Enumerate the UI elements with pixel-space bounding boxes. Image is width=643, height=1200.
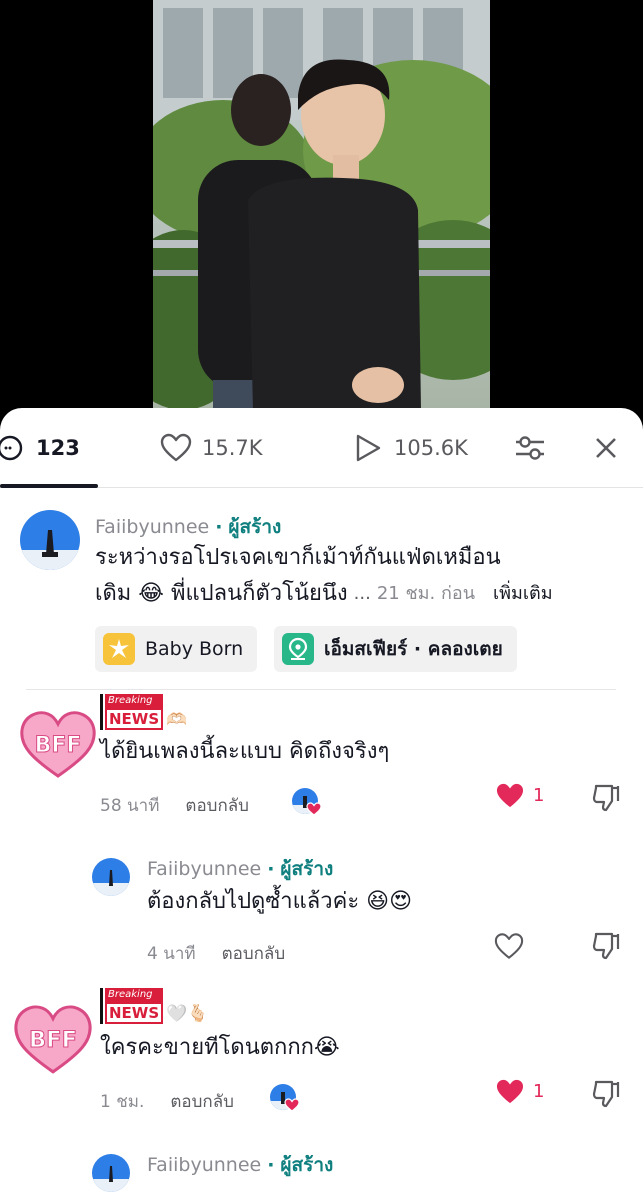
dislike-icon[interactable] [590,1078,622,1110]
active-tab-indicator [0,484,98,488]
commenter-avatar[interactable]: BFF [18,708,98,784]
creator-label: ผู้สร้าง [280,1154,334,1176]
comments-tab[interactable]: 123 [0,430,80,466]
reply-time: 4 นาที [147,944,196,964]
chip-location[interactable]: เอ็มสเฟียร์ · คลองเตย [274,626,517,672]
avatar-bff-text: BFF [35,733,82,758]
heart-outline-icon[interactable] [494,932,524,960]
separator-dot: · [267,858,275,880]
comment-text: ใครคะขายทีโดนตกกก😭 [100,1035,340,1060]
close-button[interactable] [588,430,624,466]
video-still-image [153,0,490,410]
news-badge-top: Breaking [105,988,164,1002]
heart-filled-icon [496,1079,524,1104]
reply-author-name[interactable]: Faiibyunnee [147,1154,261,1176]
creator-label: ผู้สร้าง [280,858,334,880]
video-frame[interactable] [153,0,490,410]
news-badge-main: NEWS [105,1002,164,1024]
sparkle-burst-icon [103,633,135,665]
reply-creator-avatar[interactable] [92,1154,130,1192]
creator-avatar[interactable] [20,510,80,570]
reply-button[interactable]: ตอบกลับ [222,940,286,967]
news-badge-box: Breaking NEWS [100,988,164,1024]
comments-count: 123 [36,436,80,460]
reply-author-row: Faiibyunnee · ผู้สร้าง [147,1150,333,1180]
separator-dot: · [215,516,223,538]
separator-dot: · [267,1154,275,1176]
news-badge-top: Breaking [105,694,164,708]
badge-emoji: 🤍🫰🏻 [166,1004,209,1024]
caption-line-2-text: เดิม 😂 พี่แปลนก็ตัวโน้ยนึง [95,581,348,606]
news-badge-main: NEWS [105,708,164,730]
badge-emoji: 🫶🏻 [166,710,188,730]
news-badge: Breaking NEWS 🤍🫰🏻 [100,988,209,1024]
creator-heart-icon [306,802,322,816]
see-more-button[interactable]: เพิ่มเติม [493,576,553,612]
comment-meta: 58 นาที ตอบกลับ [100,792,249,819]
avatar-bff-text: BFF [29,1027,77,1053]
chip-label: เอ็มสเฟียร์ · คลองเตย [324,638,503,660]
caption-line-2: เดิม 😂 พี่แปลนก็ตัวโน้ยนึง ... 21 ชม. ก่… [95,576,615,612]
comments-sheet: 123 15.7K 105.6K Faiibyunnee · ผู้สร้าง … [0,408,643,1200]
creator-label: ผู้สร้าง [228,516,282,538]
dislike-icon[interactable] [590,782,622,814]
views-tab[interactable]: 105.6K [352,430,468,466]
views-count: 105.6K [394,436,468,460]
reply-author-row: Faiibyunnee · ผู้สร้าง [147,854,333,884]
comment-time: 1 ชม. [100,1092,145,1112]
dislike-icon[interactable] [590,930,622,962]
caption-line-1: ระหว่างรอโปรเจคเขาก็เม้าท์กันแฟ่ดเหมือน [95,545,501,570]
like-count: 1 [533,785,545,806]
play-outline-icon [352,432,384,464]
video-player[interactable] [0,0,643,430]
like-button[interactable]: 1 [495,782,544,809]
filter-button[interactable] [512,430,548,466]
comment-meta: 1 ชม. ตอบกลับ [100,1088,234,1115]
caption-time: 21 ชม. ก่อน [376,583,475,604]
like-button[interactable]: 1 [495,1078,544,1105]
close-icon [596,438,616,458]
comment-time: 58 นาที [100,796,160,816]
reply-author-name[interactable]: Faiibyunnee [147,858,261,880]
divider [26,689,616,690]
comment-text: ได้ยินเพลงนี้ละแบบ คิดถึงจริงๆ [100,739,390,764]
commenter-avatar[interactable]: BFF [12,1002,94,1080]
reply-button[interactable]: ตอบกลับ [185,792,249,819]
likes-tab[interactable]: 15.7K [160,430,263,466]
location-pin-icon [282,633,314,665]
caption-author-name[interactable]: Faiibyunnee [95,516,209,538]
reply-meta: 4 นาที ตอบกลับ [147,940,285,967]
chip-label: Baby Born [145,638,244,660]
heart-outline-icon [160,432,192,464]
reply-text: ต้องกลับไปดูซ้ำแล้วค่ะ 😆😍 [147,889,413,914]
caption-text: ระหว่างรอโปรเจคเขาก็เม้าท์กันแฟ่ดเหมือน … [95,540,615,612]
comment-bubble-icon [0,432,26,464]
caption-ellipsis: ... [353,583,371,604]
heart-filled-icon [496,783,524,808]
reply-creator-avatar[interactable] [92,858,130,896]
likes-count: 15.7K [202,436,263,460]
like-count: 1 [533,1081,545,1102]
news-badge-box: Breaking NEWS [100,694,164,730]
reply-button[interactable]: ตอบกลับ [170,1088,234,1115]
news-badge: Breaking NEWS 🫶🏻 [100,694,187,730]
caption-author-row: Faiibyunnee · ผู้สร้าง [95,512,281,542]
sliders-icon [516,436,544,460]
chip-baby-born[interactable]: Baby Born [95,626,258,672]
stats-bar: 123 15.7K 105.6K [0,408,643,488]
creator-heart-icon [284,1098,300,1112]
